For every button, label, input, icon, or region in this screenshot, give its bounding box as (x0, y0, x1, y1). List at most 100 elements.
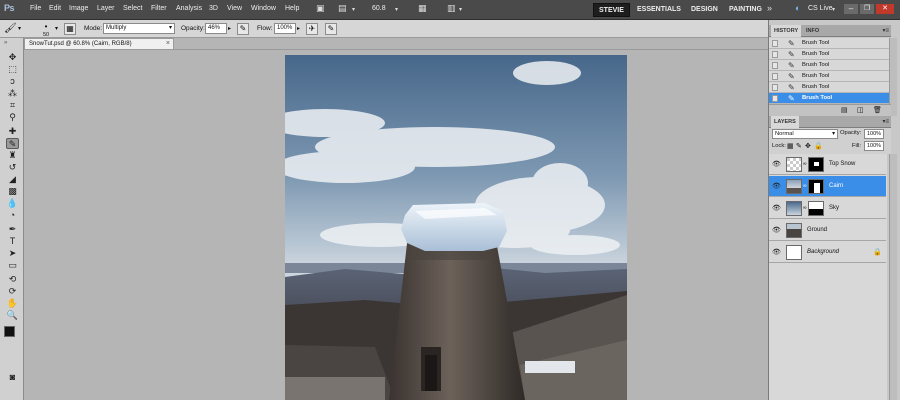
visibility-eye-icon[interactable]: 👁 (772, 182, 781, 190)
workspace-design[interactable]: DESIGN (686, 3, 723, 17)
document-canvas[interactable] (285, 55, 627, 400)
visibility-eye-icon[interactable]: 👁 (772, 160, 781, 168)
history-brush-tool-icon[interactable]: ↺ (6, 162, 19, 173)
close-tab-icon[interactable]: × (166, 39, 170, 49)
brush-panel-toggle-icon[interactable]: ▦ (64, 23, 76, 35)
dropdown-arrow-icon[interactable]: ▾ (352, 6, 355, 13)
layer-mask-thumbnail[interactable] (808, 201, 824, 216)
menu-analysis[interactable]: Analysis (176, 5, 202, 12)
shape-tool-icon[interactable]: ▭ (6, 260, 19, 271)
history-snapshot-checkbox[interactable] (772, 62, 778, 69)
path-selection-tool-icon[interactable]: ➤ (6, 248, 19, 259)
arrange-dropdown-icon[interactable]: ▾ (459, 6, 462, 13)
mode-select[interactable]: Multiply ▾ (103, 23, 175, 34)
history-item[interactable]: ✎ Brush Tool (769, 49, 889, 60)
blend-mode-select[interactable]: Normal ▾ (772, 129, 838, 139)
launch-bridge-icon[interactable]: ▣ (316, 3, 325, 14)
menu-view[interactable]: View (227, 5, 242, 12)
layer-name[interactable]: Ground (807, 227, 827, 233)
workspace-stevie[interactable]: STEVIE (593, 3, 630, 17)
airbrush-icon[interactable]: ✈ (306, 23, 318, 35)
history-snapshot-checkbox[interactable] (772, 40, 778, 47)
history-snapshot-checkbox[interactable] (772, 51, 778, 58)
layer-opacity-input[interactable]: 100% (864, 129, 884, 139)
tab-history[interactable]: HISTORY (771, 25, 802, 37)
history-item[interactable]: ✎ Brush Tool (769, 82, 889, 93)
document-tab[interactable]: SnowTut.psd @ 60.8% (Cairn, RGB/8) × (24, 38, 174, 49)
visibility-eye-icon[interactable]: 👁 (772, 226, 781, 234)
lock-pixels-icon[interactable]: ✎ (796, 142, 802, 150)
brush-size-dropdown-icon[interactable]: ▾ (55, 25, 58, 32)
history-item[interactable]: ✎ Brush Tool (769, 38, 889, 49)
history-snapshot-checkbox[interactable] (772, 95, 778, 102)
restore-icon[interactable]: ❐ (860, 4, 874, 14)
panel-menu-icon[interactable]: ▾≡ (882, 118, 889, 125)
layer-row-ground[interactable]: 👁 Ground (769, 220, 886, 241)
menu-filter[interactable]: Filter (151, 5, 167, 12)
menu-layer[interactable]: Layer (97, 5, 115, 12)
layers-scrollbar[interactable] (889, 154, 897, 400)
zoom-level[interactable]: 60.8 (372, 5, 386, 12)
chain-link-icon[interactable]: ∞ (803, 161, 807, 167)
brush-size-picker[interactable]: • 50 (38, 23, 54, 39)
blur-tool-icon[interactable]: 💧 (6, 198, 19, 209)
3d-orbit-tool-icon[interactable]: ⟳ (6, 286, 19, 297)
visibility-eye-icon[interactable]: 👁 (772, 248, 781, 256)
dodge-tool-icon[interactable]: ◔ (6, 210, 19, 221)
marquee-tool-icon[interactable]: ⬚ (6, 64, 19, 75)
chain-link-icon[interactable]: ∞ (803, 205, 807, 211)
foreground-color-swatch[interactable] (4, 326, 15, 337)
panel-collapse-icon[interactable]: » (4, 40, 7, 46)
layer-mask-thumbnail[interactable] (808, 179, 824, 194)
move-tool-icon[interactable]: ✥ (6, 52, 19, 63)
history-item-selected[interactable]: ✎ Brush Tool (769, 93, 889, 104)
menu-edit[interactable]: Edit (49, 5, 61, 12)
layer-name[interactable]: Background (807, 249, 839, 255)
gradient-tool-icon[interactable]: ▩ (6, 186, 19, 197)
cs-live-icon[interactable]: ◐ (795, 3, 800, 13)
type-tool-icon[interactable]: T (6, 236, 19, 247)
lock-position-icon[interactable]: ✥ (805, 142, 811, 150)
zoom-tool-icon[interactable]: 🔍 (6, 310, 19, 321)
lock-transparency-icon[interactable]: ▦ (787, 142, 794, 150)
cs-live-label[interactable]: CS Live (808, 5, 833, 12)
chain-link-icon[interactable]: ∞ (803, 183, 807, 189)
lasso-tool-icon[interactable]: ↄ (6, 76, 19, 87)
pen-tool-icon[interactable]: ✒ (6, 224, 19, 235)
crop-tool-icon[interactable]: ⌗ (6, 100, 19, 111)
view-extras-icon[interactable]: ▦ (418, 3, 427, 14)
layer-row-cairn[interactable]: 👁 ∞ Cairn (769, 176, 886, 197)
dropdown-arrow-icon[interactable]: ▾ (18, 25, 21, 32)
pressure-opacity-icon[interactable]: ✎ (237, 23, 249, 35)
close-icon[interactable]: ✕ (876, 4, 894, 14)
minimize-icon[interactable]: – (844, 4, 858, 14)
tab-layers[interactable]: LAYERS (771, 116, 799, 128)
hand-tool-icon[interactable]: ✋ (6, 298, 19, 309)
history-item[interactable]: ✎ Brush Tool (769, 60, 889, 71)
quick-selection-tool-icon[interactable]: ⁂ (6, 88, 19, 99)
layer-row-background[interactable]: 👁 Background 🔒 (769, 242, 886, 263)
opacity-slider-icon[interactable]: ▸ (228, 25, 231, 32)
clone-stamp-tool-icon[interactable]: ♜ (6, 150, 19, 161)
arrange-documents-icon[interactable]: ▥ (447, 3, 456, 14)
layer-name[interactable]: Sky (829, 205, 839, 211)
quick-mask-icon[interactable]: ◙ (6, 372, 19, 383)
eraser-tool-icon[interactable]: ◢ (6, 174, 19, 185)
healing-brush-tool-icon[interactable]: ✚ (6, 126, 19, 137)
flow-slider-icon[interactable]: ▸ (297, 25, 300, 32)
history-item[interactable]: ✎ Brush Tool (769, 71, 889, 82)
menu-window[interactable]: Window (251, 5, 276, 12)
brush-tool-icon[interactable]: ✎ (6, 138, 19, 149)
menu-file[interactable]: File (30, 5, 41, 12)
menu-help[interactable]: Help (285, 5, 299, 12)
layer-row-sky[interactable]: 👁 ∞ Sky (769, 198, 886, 219)
cs-live-dropdown-icon[interactable]: ▾ (832, 6, 835, 13)
layer-name[interactable]: Top Snow (829, 161, 855, 167)
visibility-eye-icon[interactable]: 👁 (772, 204, 781, 212)
workspace-essentials[interactable]: ESSENTIALS (632, 3, 686, 17)
workspace-more-icon[interactable]: » (767, 3, 772, 13)
menu-select[interactable]: Select (123, 5, 142, 12)
new-document-from-state-icon[interactable]: ▤ (841, 106, 848, 114)
mini-bridge-icon[interactable]: ▤ (338, 3, 347, 14)
menu-3d[interactable]: 3D (209, 5, 218, 12)
